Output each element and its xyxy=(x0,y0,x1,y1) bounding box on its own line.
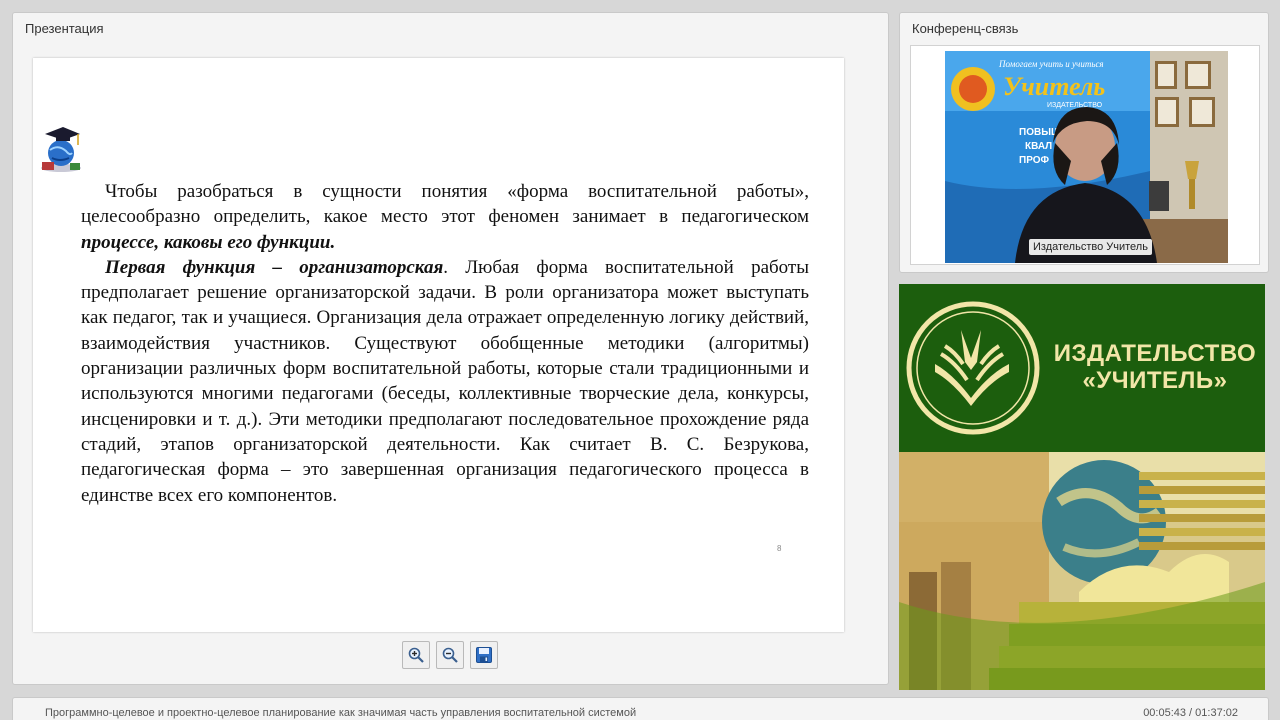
backdrop-item-3: ПРОФ xyxy=(1019,155,1050,166)
video-participant-label: Издательство Учитель xyxy=(1029,239,1152,255)
backdrop-line1: Помогаем учить и учиться xyxy=(998,59,1104,69)
slide-paragraph-2: Первая функция – организаторская. Любая … xyxy=(81,255,809,508)
presentation-panel: Презентация Чтобы разобраться в сущности… xyxy=(12,12,889,685)
publisher-banner-title: ИЗДАТЕЛЬСТВО «УЧИТЕЛЬ» xyxy=(1052,340,1258,394)
publisher-title-line1: ИЗДАТЕЛЬСТВО xyxy=(1053,340,1257,367)
save-icon xyxy=(476,647,492,663)
books-globe-image xyxy=(899,452,1265,690)
backdrop-item-2: КВАЛ xyxy=(1025,141,1052,152)
zoom-in-icon xyxy=(408,647,424,663)
slide-paragraph-2-emphasis: Первая функция – организаторская xyxy=(105,256,444,278)
slide-paragraph-1-text: Чтобы разобраться в сущности понятия «фо… xyxy=(81,181,809,228)
publisher-banner-header: ИЗДАТЕЛЬСТВО «УЧИТЕЛЬ» xyxy=(899,284,1265,452)
zoom-out-icon xyxy=(442,647,458,663)
slide: Чтобы разобраться в сущности понятия «фо… xyxy=(33,58,844,632)
slide-body-text: Чтобы разобраться в сущности понятия «фо… xyxy=(81,179,809,508)
slide-paragraph-1: Чтобы разобраться в сущности понятия «фо… xyxy=(81,179,809,255)
video-container: Помогаем учить и учиться Учитель ИЗДАТЕЛ… xyxy=(910,45,1260,265)
backdrop-line3: ИЗДАТЕЛЬСТВО xyxy=(1047,102,1103,109)
footer-bar: Программно-целевое и проектно-целевое пл… xyxy=(12,697,1269,720)
conference-panel-title: Конференц-связь xyxy=(912,21,1019,36)
conference-panel: Конференц-связь Помогаем учить и учиться… xyxy=(899,12,1269,273)
zoom-out-button[interactable] xyxy=(436,641,464,669)
webinar-title: Программно-целевое и проектно-целевое пл… xyxy=(45,707,637,719)
graduate-globe-logo-icon xyxy=(41,127,81,172)
presentation-panel-title: Презентация xyxy=(25,21,104,36)
save-button[interactable] xyxy=(470,641,498,669)
publisher-banner[interactable]: ИЗДАТЕЛЬСТВО «УЧИТЕЛЬ» xyxy=(899,284,1265,690)
playback-time: 00:05:43 / 01:37:02 xyxy=(1143,707,1238,719)
slide-page-number: 8 xyxy=(777,544,782,553)
webcam-image: Помогаем учить и учиться Учитель ИЗДАТЕЛ… xyxy=(945,51,1228,263)
video-feed[interactable]: Помогаем учить и учиться Учитель ИЗДАТЕЛ… xyxy=(945,51,1228,263)
publisher-title-line2: «УЧИТЕЛЬ» xyxy=(1082,367,1228,394)
backdrop-line2: Учитель xyxy=(1003,72,1105,101)
publisher-logo-icon xyxy=(906,301,1040,435)
slide-paragraph-1-emphasis: процессе, каковы его функции. xyxy=(81,231,336,253)
slide-paragraph-2-text: . Любая форма воспитательной работы пред… xyxy=(81,256,809,506)
zoom-in-button[interactable] xyxy=(402,641,430,669)
slide-toolbar xyxy=(402,641,498,671)
